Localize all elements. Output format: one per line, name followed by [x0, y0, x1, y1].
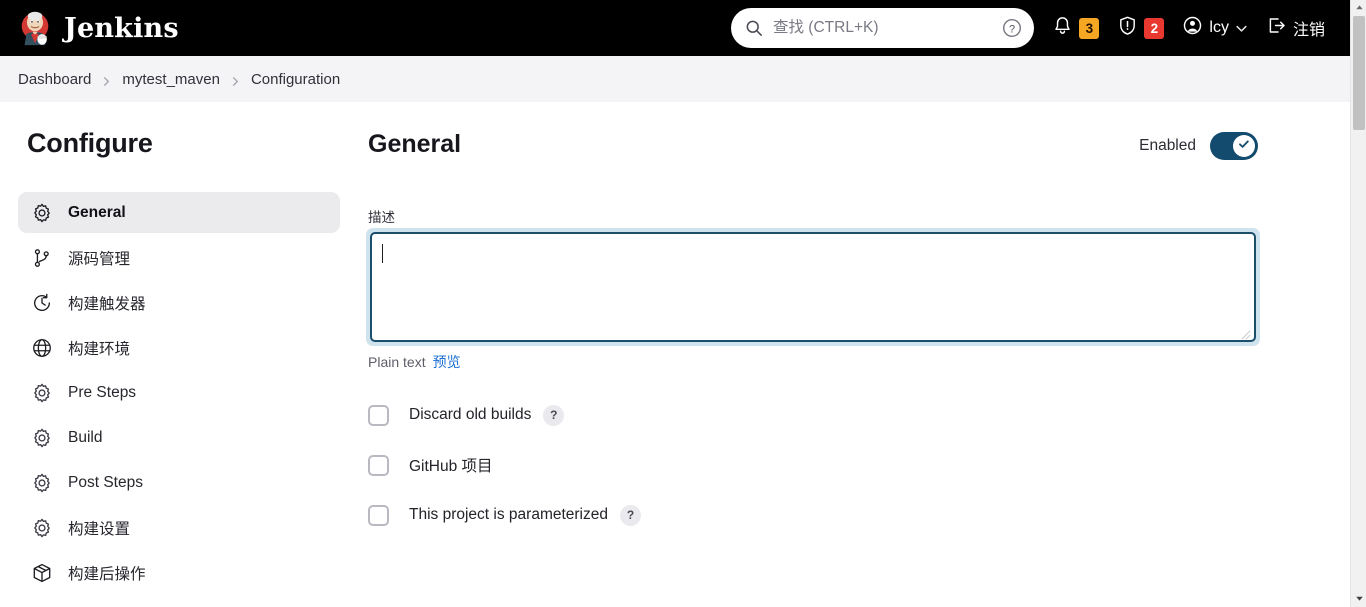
checkbox-label: This project is parameterized [409, 506, 608, 523]
sidebar-item-label: Build [68, 428, 103, 446]
breadcrumb: Dashboard mytest_maven Configuration [18, 71, 340, 88]
discard-old-builds-checkbox[interactable] [368, 404, 389, 426]
scroll-down-button[interactable] [1351, 591, 1366, 607]
user-name: lcy [1209, 19, 1229, 36]
resize-grip-icon[interactable] [1240, 327, 1251, 340]
brand[interactable]: Jenkins [16, 9, 179, 47]
checkbox-row-discard-old-builds: Discard old builds ? [368, 390, 641, 440]
breadcrumb-item-dashboard[interactable]: Dashboard [18, 71, 91, 88]
search-icon [745, 19, 763, 37]
sidebar-item-general[interactable]: General [18, 192, 340, 233]
checkbox-row-parameterized: This project is parameterized ? [368, 490, 641, 540]
checkbox-label: Discard old builds [409, 406, 532, 423]
breadcrumb-item-job[interactable]: mytest_maven [122, 71, 220, 88]
security-warnings-button[interactable]: 2 [1108, 8, 1173, 48]
sidebar-item-scm[interactable]: 源码管理 [18, 237, 340, 278]
bell-icon [1052, 15, 1073, 41]
config-sidebar: General 源码管理 构建触发器 构建环境 Pre Steps Build … [18, 192, 340, 597]
checkbox-row-github-project: GitHub 项目 [368, 440, 641, 490]
question-circle-icon[interactable]: ? [1002, 18, 1022, 38]
logout-label: 注销 [1292, 22, 1325, 39]
help-icon[interactable]: ? [543, 404, 565, 426]
sidebar-item-post-steps[interactable]: Post Steps [18, 462, 340, 503]
check-icon [1237, 137, 1251, 156]
app-header: Jenkins ? [0, 0, 1350, 56]
scrollbar-thumb[interactable] [1353, 16, 1365, 130]
sidebar-item-build-settings[interactable]: 构建设置 [18, 507, 340, 548]
page-title: Configure [27, 128, 153, 158]
sidebar-item-post-build-actions[interactable]: 构建后操作 [18, 552, 340, 593]
help-icon[interactable]: ? [620, 504, 641, 526]
parameterized-checkbox[interactable] [368, 504, 389, 526]
scroll-up-button[interactable] [1351, 0, 1366, 16]
clock-icon [31, 292, 53, 314]
gear-icon [31, 517, 53, 539]
page-root: Jenkins ? [0, 0, 1366, 607]
package-icon [31, 562, 53, 584]
user-circle-icon [1182, 15, 1203, 41]
search-input[interactable] [773, 19, 1002, 37]
sidebar-item-build[interactable]: Build [18, 417, 340, 458]
globe-icon [31, 337, 53, 359]
sidebar-item-build-environment[interactable]: 构建环境 [18, 327, 340, 368]
gear-icon [31, 427, 53, 449]
sidebar-item-label: 构建后操作 [68, 565, 146, 583]
notification-count-badge: 3 [1079, 17, 1100, 39]
gear-icon [31, 382, 53, 404]
enabled-toggle[interactable] [1210, 132, 1258, 160]
description-textarea[interactable] [370, 232, 1256, 342]
triangle-down-icon [1355, 590, 1364, 607]
preview-link[interactable]: 预览 [433, 352, 461, 372]
security-count-badge: 2 [1144, 17, 1165, 39]
gear-icon [31, 202, 53, 224]
github-project-checkbox[interactable] [368, 454, 389, 476]
markup-formatter-label: Plain text [368, 354, 426, 370]
section-title: General [368, 130, 462, 158]
enabled-label: Enabled [1139, 137, 1196, 154]
sidebar-item-label: Pre Steps [68, 383, 137, 401]
breadcrumb-item-configuration[interactable]: Configuration [251, 71, 340, 88]
sidebar-item-label: 构建设置 [68, 520, 131, 538]
triangle-up-icon [1355, 0, 1364, 17]
sidebar-item-label: Post Steps [68, 473, 143, 491]
sidebar-item-label: 构建环境 [68, 340, 131, 358]
git-branch-icon [31, 247, 53, 269]
sidebar-item-build-triggers[interactable]: 构建触发器 [18, 282, 340, 323]
logout-button[interactable]: 注销 [1257, 8, 1334, 48]
search-box[interactable]: ? [731, 8, 1034, 48]
sidebar-item-pre-steps[interactable]: Pre Steps [18, 372, 340, 413]
description-textarea-focus-ring [366, 228, 1260, 346]
sidebar-item-label: 构建触发器 [68, 295, 146, 313]
sidebar-item-label: General [68, 203, 126, 221]
user-menu-button[interactable]: lcy [1173, 8, 1257, 48]
sidebar-item-label: 源码管理 [68, 250, 131, 268]
markup-formatter-row: Plain text 预览 [368, 352, 461, 372]
breadcrumb-bar: Dashboard mytest_maven Configuration [0, 56, 1350, 102]
logout-icon [1266, 15, 1287, 41]
shield-exclamation-icon [1117, 15, 1138, 41]
text-cursor [382, 244, 383, 263]
brand-name: Jenkins [64, 12, 179, 44]
gear-icon [31, 472, 53, 494]
description-label: 描述 [368, 210, 395, 225]
chevron-right-icon [101, 74, 112, 86]
chevron-down-icon [1235, 22, 1248, 35]
jenkins-butler-logo-icon [16, 9, 54, 47]
chevron-right-icon [230, 74, 241, 86]
checkbox-label: GitHub 项目 [409, 458, 493, 475]
body: Configure General 源码管理 构建触发器 构建环境 Pre St… [0, 102, 1350, 607]
page-scrollbar[interactable] [1350, 0, 1366, 607]
svg-text:?: ? [1009, 23, 1015, 35]
notifications-button[interactable]: 3 [1043, 8, 1108, 48]
options-checkbox-group: Discard old builds ? GitHub 项目 This proj… [368, 390, 641, 540]
header-actions: 3 2 lcy 注销 [1043, 0, 1334, 56]
toggle-knob [1233, 135, 1255, 157]
enabled-toggle-row: Enabled [1139, 132, 1258, 160]
